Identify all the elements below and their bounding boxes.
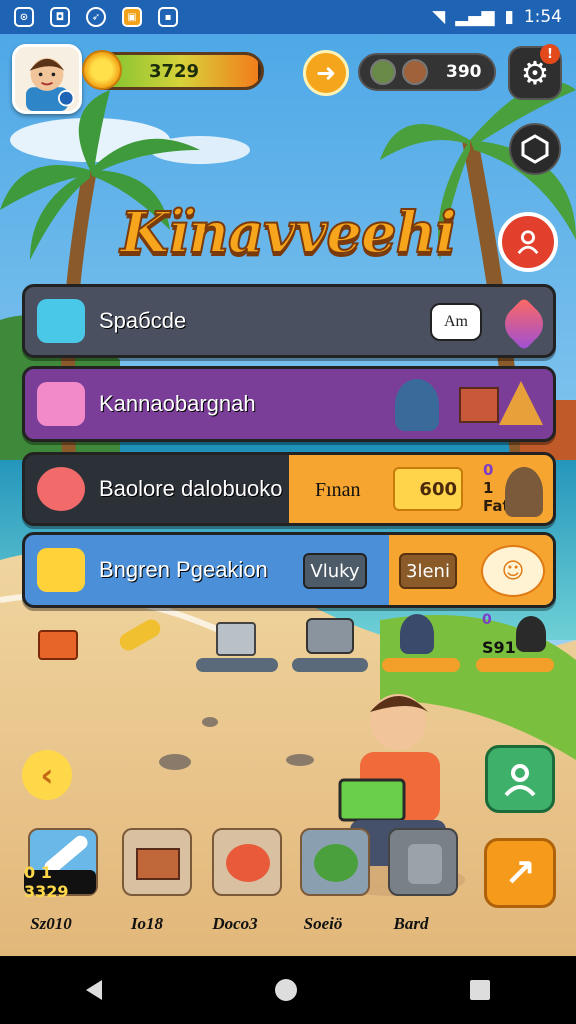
heart-icon [497,297,551,351]
notification-icon: ▪ [158,7,178,27]
dock-item-3[interactable] [212,828,282,896]
game-icon: ▣ [122,7,142,27]
wifi-icon: ◥ [432,7,446,27]
dock-item-4[interactable] [300,828,370,896]
sun-icon [82,50,122,90]
menu-badge: 600 [393,467,463,511]
signal-icon: ▂▄▆ [455,7,495,27]
menu-item-2[interactable]: Kannaobargnah [22,366,556,442]
food-icon [226,844,270,882]
robot-icon [408,844,442,884]
dock-label-1: Sz010 [30,914,72,933]
avatar-icon [25,57,75,111]
dock-label-5: Bard [393,914,429,933]
share-button[interactable]: ↗ [484,838,556,908]
friend-avatar-icon [370,59,396,85]
player-avatar[interactable] [12,44,82,114]
slime-icon [37,299,85,343]
character-icon [400,614,434,654]
engine-icon [306,618,354,654]
person-icon [504,764,536,797]
battery-icon: ▮ [504,7,514,27]
shelf-value: S91 [482,638,516,657]
friend-avatar-icon [402,59,428,85]
house-icon [136,848,180,880]
back-button[interactable]: ‹ [22,750,72,800]
dock-label-2: Io18 [130,914,164,933]
menu-subtext: Fınan [315,479,361,501]
status-bar: ⊙ ◘ ➶ ▣ ▪ ◥ ▂▄▆ ▮ 1:54 [0,0,576,34]
community-button[interactable] [485,745,555,813]
menu-label: Bngren Pgeakion [99,557,268,582]
hexagon-button[interactable] [509,123,561,175]
gift-icon [37,382,85,426]
character-icon [516,616,546,652]
shelf-base [292,658,368,672]
toolbox-icon [38,630,78,660]
menu-badge: Am [430,303,482,341]
friends-counter[interactable]: 390 [358,53,496,91]
speech-icon: ☺ [481,545,545,597]
menu-label: Kannaobargnah [99,391,256,416]
alert-badge: ! [540,44,560,64]
menu-item-1[interactable]: Spaбcde Am [22,284,556,358]
shelf-base [382,658,460,672]
back-chevron-icon: ‹ [40,756,54,794]
shelf-base [476,658,554,672]
tent-icon [459,387,499,423]
item-shelf-1[interactable] [34,612,84,672]
menu-label: Baolore dalobuoko [99,476,283,501]
nav-back-icon[interactable] [86,980,103,1000]
menu-chip[interactable]: 3leni [399,553,457,589]
drill-icon [116,616,164,654]
shelf-base [196,658,278,672]
nav-recent-icon[interactable] [469,980,490,1000]
dock-item-5[interactable] [388,828,458,896]
item-shelf-2[interactable] [108,612,168,672]
creature-icon [37,467,85,511]
hexagon-icon [521,134,549,164]
plant-icon [314,844,358,882]
menu-label: Spaбcde [99,308,187,333]
item-shelf-5[interactable] [382,612,460,672]
cheese-icon [37,548,85,592]
notification-icon: ◘ [50,7,70,27]
dock-label-3: Doco3 [212,914,258,933]
character-icon [395,379,439,431]
clock: 1:54 [523,7,562,27]
machine-icon [216,622,256,656]
menu-small-top: 0 [483,461,494,479]
compass-icon: ➶ [86,7,106,27]
lightning-icon[interactable]: ➜ [303,50,349,96]
character-icon [505,467,543,517]
shelf-small-top: 0 [482,612,492,628]
menu-item-3[interactable]: Baolore dalobuoko Fınan 600 0 1 Fat [22,452,556,526]
tent-icon [499,381,543,425]
menu-item-4[interactable]: Bngren Pgeakion Vluky 3leni ☺ [22,532,556,608]
dock-label-4: Soeiö [303,914,343,933]
game-title: Kïnavveehi [119,199,457,267]
game-screen: ⊙ ◘ ➶ ▣ ▪ ◥ ▂▄▆ ▮ 1:54 3729 ➜ 390 ⚙ ! Kï… [0,0,576,1024]
nav-home-icon[interactable] [274,979,297,1001]
coin-counter: 0 1 3329 [24,863,96,901]
notification-icon: ⊙ [14,7,34,27]
dock-item-2[interactable] [122,828,192,896]
friends-count: 390 [446,62,482,82]
item-shelf-3[interactable] [196,612,278,672]
item-shelf-6[interactable]: 0 S91 [476,612,554,672]
navigation-bar [0,956,576,1024]
menu-chip[interactable]: Vluky [303,553,367,589]
item-shelf-4[interactable] [292,612,368,672]
share-arrow-icon: ↗ [504,851,536,895]
